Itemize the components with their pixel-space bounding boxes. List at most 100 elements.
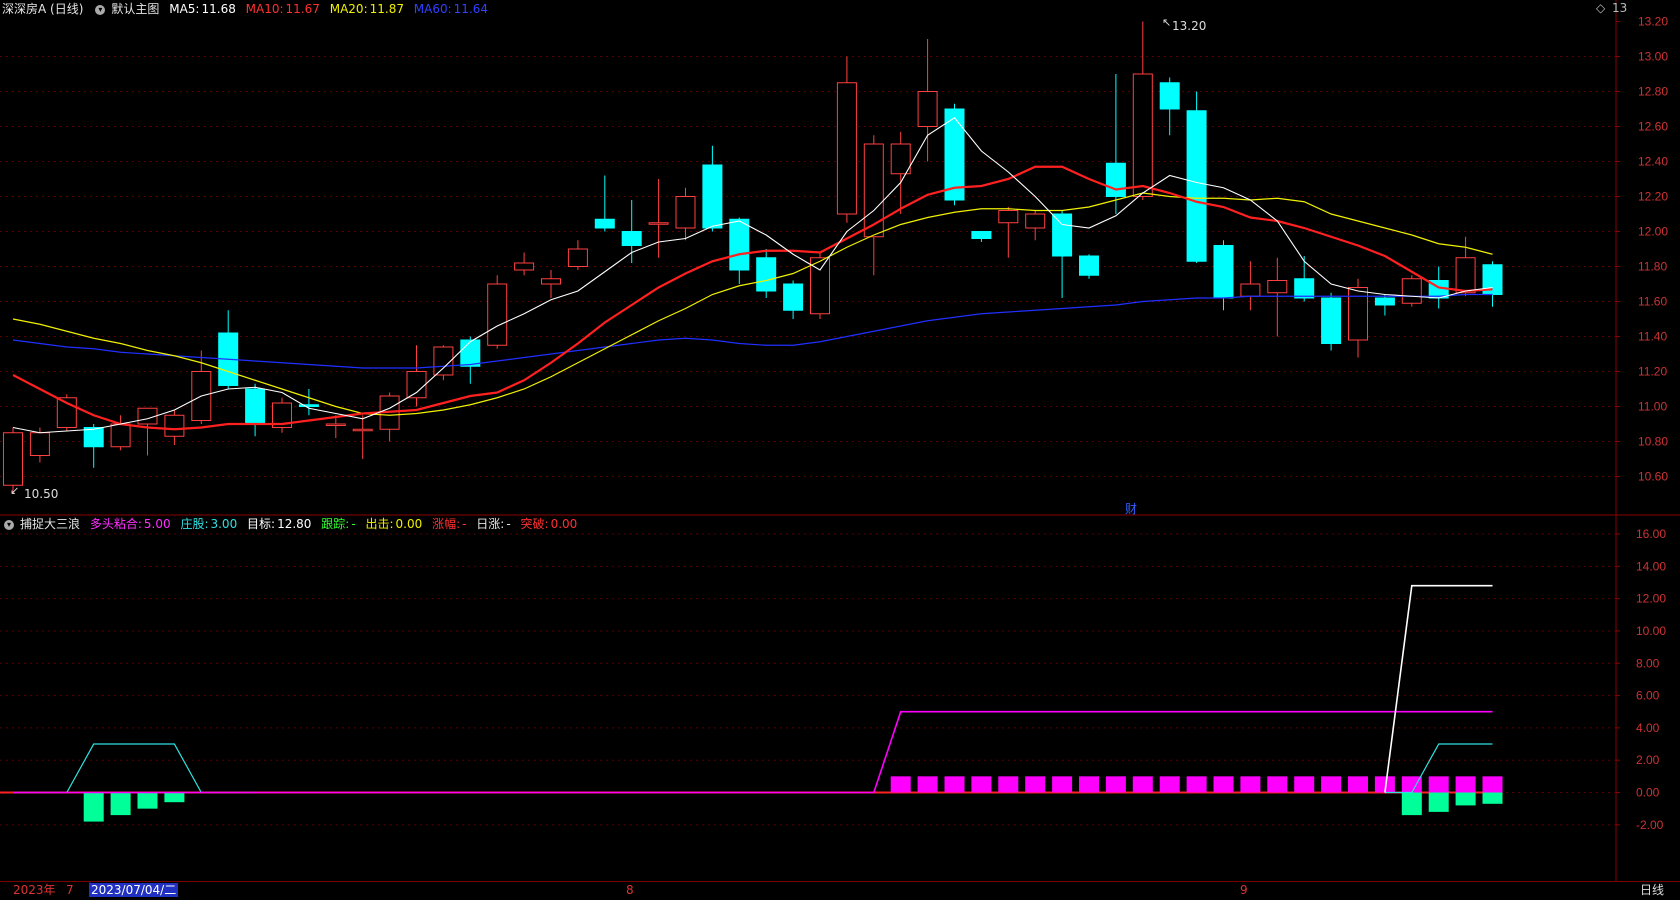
indicator-tick-label: 2.00 — [1636, 753, 1660, 767]
candle-body — [541, 278, 561, 285]
candle-body — [164, 414, 185, 437]
duotou-label: 多头粘合: — [89, 517, 142, 531]
period-button[interactable]: 日线 — [1640, 883, 1664, 897]
indicator-header: ▾ 捕捉大三浪 多头粘合: 5.00 庄股: 3.00 目标: 12.80 跟踪: - 出… — [0, 515, 583, 533]
magenta-bar — [890, 776, 911, 793]
top-right-value[interactable]: 13 — [1612, 1, 1627, 15]
stock-name[interactable]: 深深房A (日线) — [2, 2, 83, 16]
candle-body — [1294, 278, 1315, 299]
finance-event-marker[interactable]: 财 — [1125, 500, 1137, 517]
candle-body — [352, 428, 373, 432]
candle-body — [998, 210, 1019, 224]
ma5-label: MA5: — [169, 2, 200, 16]
indicator-tick-label: 6.00 — [1636, 689, 1660, 703]
indicator-menu-icon[interactable]: ▾ — [4, 519, 14, 530]
break-label: 突破: — [520, 517, 549, 531]
candle-body — [1240, 283, 1261, 297]
candle-body — [83, 427, 104, 448]
day-value: - — [506, 517, 511, 531]
target-label: 目标: — [247, 517, 276, 531]
price-tick-label: 11.00 — [1638, 400, 1667, 414]
indicator-tick-label: 16.00 — [1636, 527, 1666, 541]
high-arrow-icon: ↖ — [1162, 16, 1172, 29]
magenta-bar — [1079, 776, 1099, 793]
green-bar — [1455, 792, 1476, 806]
candle-body — [406, 371, 427, 399]
chart-menu-icon[interactable]: ▾ — [95, 4, 106, 15]
ma60-value: 11.64 — [453, 2, 489, 16]
candle-body — [1401, 278, 1422, 304]
month-9-label: 9 — [1240, 883, 1248, 897]
magenta-bar — [1321, 776, 1342, 793]
candle-body — [29, 432, 50, 456]
magenta-bar — [944, 776, 965, 793]
out-value: 0.00 — [395, 517, 423, 531]
candle-body — [729, 218, 750, 271]
price-tick-label: 11.40 — [1638, 330, 1667, 344]
candle-body — [890, 143, 911, 175]
price-tick-label: 12.40 — [1638, 155, 1668, 169]
candle-body — [487, 283, 508, 346]
ma10-value: 11.67 — [285, 2, 320, 16]
track-value: - — [351, 517, 356, 531]
magenta-bar — [1025, 776, 1046, 793]
magenta-bar — [971, 776, 992, 793]
magenta-bar — [1052, 776, 1073, 793]
candle-body — [594, 218, 615, 229]
main-chart-name[interactable]: 默认主图 — [111, 2, 159, 16]
magenta-bar — [1482, 776, 1503, 793]
rise-value: - — [462, 517, 467, 531]
green-bar — [1428, 792, 1449, 812]
ma10-label: MA10: — [245, 2, 284, 16]
ma5-value: 11.68 — [201, 2, 236, 16]
diamond-icon[interactable]: ◇ — [1596, 1, 1605, 15]
indicator-tick-label: 10.00 — [1636, 624, 1666, 638]
candle-body — [1025, 213, 1046, 229]
ma60-label: MA60: — [413, 2, 452, 16]
target-value: 12.80 — [277, 517, 312, 531]
magenta-bar — [917, 776, 938, 793]
high-price-label: 13.20 — [1172, 19, 1207, 33]
indicator-name[interactable]: 捕捉大三浪 — [20, 517, 80, 531]
chart-stage[interactable]: 13.20 13.00 12.80 12.60 12.40 12.20 12.00 11.80… — [0, 0, 1680, 897]
candle-body — [971, 231, 992, 239]
main-chart-header: 深深房A (日线) ▾ 默认主图 MA5: 11.68 MA10: 11.67 MA20… — [0, 0, 494, 18]
magenta-bar — [1455, 776, 1476, 793]
green-bar — [164, 792, 185, 803]
candle-body — [863, 143, 884, 238]
magenta-bar — [1186, 776, 1207, 793]
green-bar — [110, 792, 131, 816]
candle-body — [460, 339, 481, 367]
candle-body — [917, 91, 938, 127]
magenta-bar — [1132, 776, 1153, 793]
candle-body — [110, 423, 131, 448]
magenta-bar — [1348, 776, 1368, 793]
magenta-bar — [1159, 776, 1180, 793]
track-label: 跟踪: — [321, 517, 350, 531]
magenta-bar — [1213, 776, 1234, 793]
candle-body — [1132, 73, 1153, 197]
magenta-bar — [1428, 776, 1449, 793]
month-7-label: 7 — [66, 883, 74, 897]
low-arrow-icon: ↙ — [10, 484, 20, 497]
green-bar — [83, 792, 104, 822]
candle-body — [1267, 280, 1288, 294]
year-label: 2023年 — [13, 883, 56, 897]
candle-body — [567, 248, 588, 267]
month-8-label: 8 — [626, 883, 634, 897]
magenta-bar — [1105, 776, 1126, 793]
break-value: 0.00 — [550, 517, 578, 531]
price-tick-label: 11.80 — [1638, 260, 1667, 274]
magenta-bar — [1240, 776, 1261, 793]
date-axis-bar: 2023年 7 2023/07/04/二 8 9 日线 — [0, 881, 1680, 898]
price-tick-label: 11.20 — [1638, 365, 1667, 379]
kline-chart-svg[interactable]: 13.20 13.00 12.80 12.60 12.40 12.20 12.00 11.80… — [0, 0, 1680, 897]
candle-body — [621, 231, 642, 246]
cursor-date-label: 2023/07/04/二 — [89, 883, 179, 897]
indicator-tick-label: 8.00 — [1636, 656, 1660, 670]
candle-body — [1186, 110, 1207, 262]
indicator-tick-label: 14.00 — [1636, 559, 1666, 573]
price-tick-label: 12.80 — [1638, 85, 1668, 99]
candle-body — [675, 196, 696, 229]
candle-body — [245, 388, 266, 425]
